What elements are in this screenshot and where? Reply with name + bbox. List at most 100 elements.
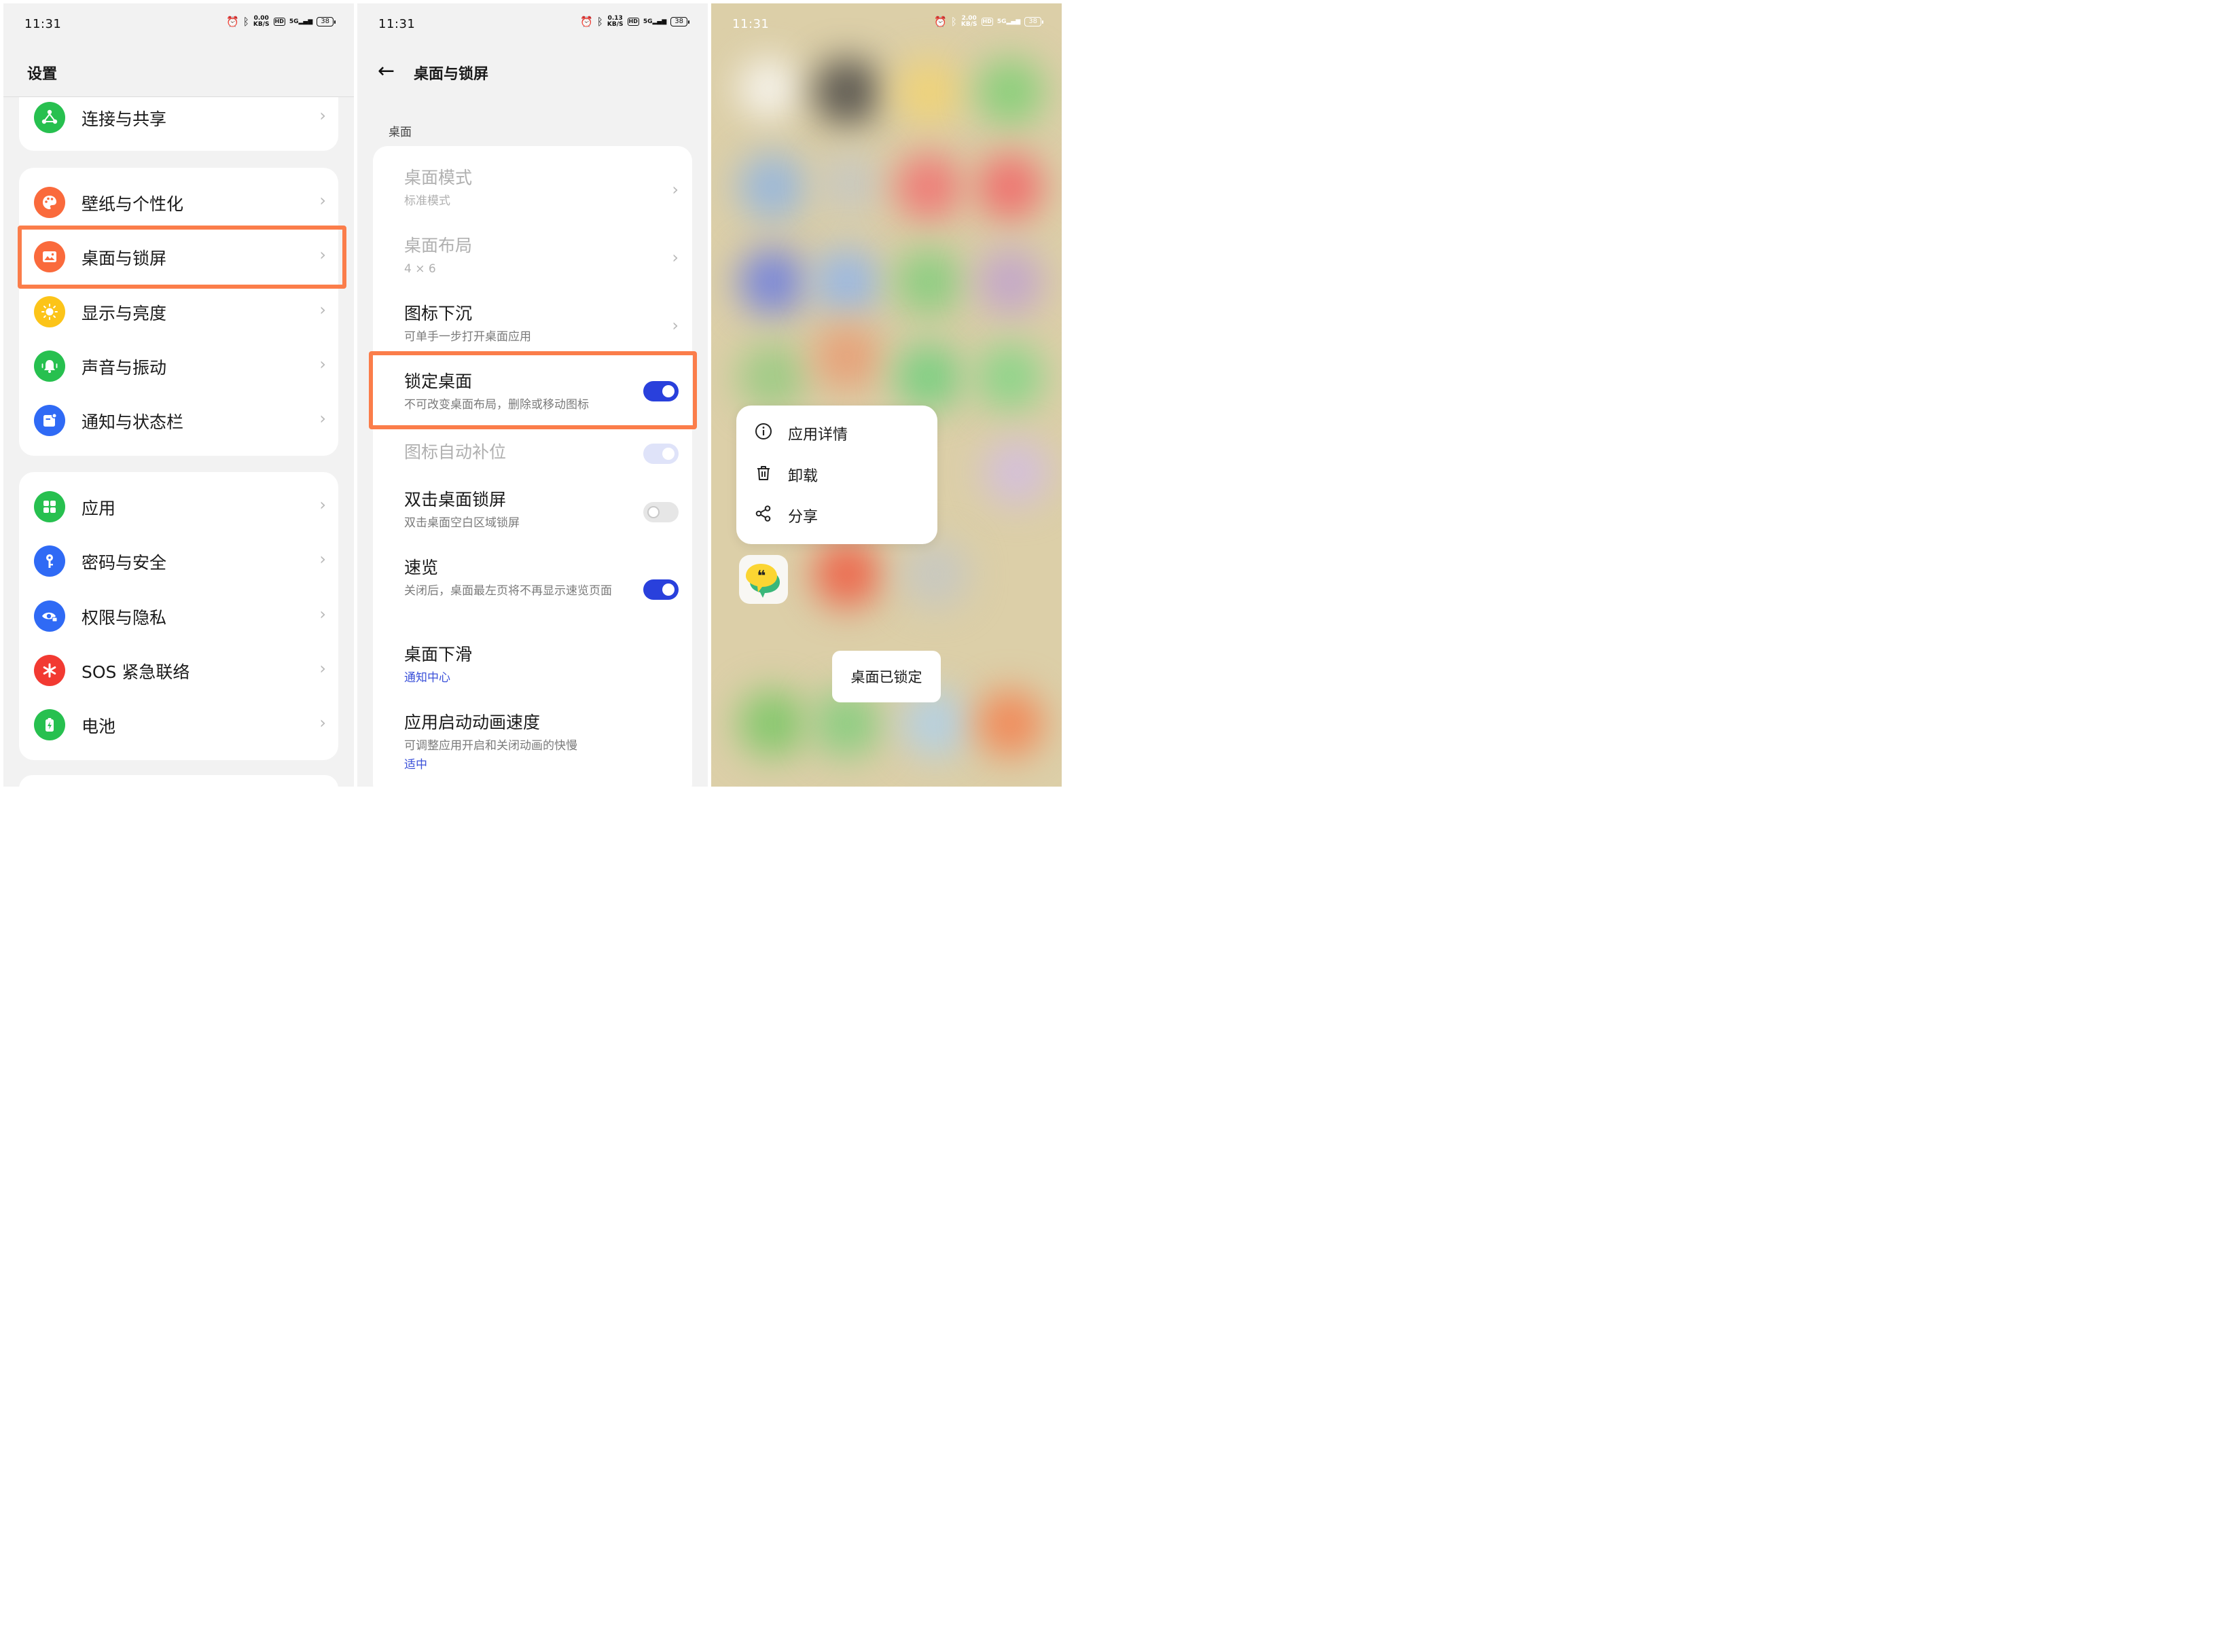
settings-group-display: 壁纸与个性化 › 桌面与锁屏 › 显示与亮度 › 声音与振动 › 通知与状态栏 … — [19, 168, 338, 456]
section-header: 桌面 — [389, 126, 412, 139]
settings-item-label: 连接与共享 — [82, 109, 167, 129]
settings-item-label: SOS 紧急联络 — [82, 662, 190, 682]
glance-toggle[interactable] — [643, 579, 679, 600]
setting-title: 桌面布局 — [404, 236, 473, 255]
chevron-right-icon: › — [319, 191, 326, 210]
menu-item-uninstall[interactable]: 卸载 — [754, 461, 818, 488]
page-title: 桌面与锁屏 — [414, 66, 489, 83]
alarm-icon: ⏰ — [934, 16, 947, 28]
palette-icon — [34, 187, 65, 218]
net-speed: 0.00 KB/S — [253, 15, 270, 28]
home-screen: 11:31 ⏰ ᛒ 2.00KB/S HD 5G▂▄▆ 38 应用详情 卸载 — [711, 3, 1062, 787]
setting-title: 图标下沉 — [404, 304, 473, 323]
settings-item-password[interactable]: 密码与安全 › — [19, 533, 338, 588]
settings-item-sound[interactable]: 声音与振动 › — [19, 338, 338, 393]
bluetooth-icon: ᛒ — [950, 16, 957, 28]
settings-item-battery[interactable]: 电池 › — [19, 697, 338, 751]
net-speed: 2.00 KB/S — [960, 15, 977, 28]
setting-title: 双击桌面锁屏 — [404, 490, 507, 509]
chevron-right-icon: › — [672, 316, 679, 335]
signal-icon: 5G▂▄▆ — [643, 18, 667, 25]
chevron-right-icon: › — [319, 659, 326, 678]
bluetooth-icon: ᛒ — [596, 16, 603, 28]
menu-item-app-info[interactable]: 应用详情 — [754, 420, 848, 447]
bluetooth-icon: ᛒ — [242, 16, 249, 28]
share-nodes-icon — [754, 505, 773, 526]
setting-description: 可单手一步打开桌面应用 — [404, 330, 531, 344]
settings-list: 桌面模式 标准模式 › 桌面布局 4 × 6 › 图标下沉 可单手一步打开桌面应… — [373, 146, 692, 787]
menu-item-share[interactable]: 分享 — [754, 502, 818, 529]
chevron-right-icon: › — [319, 495, 326, 514]
setting-title: 桌面模式 — [404, 168, 473, 187]
battery-indicator: 38 — [317, 17, 336, 26]
settings-group-connect: 连接与共享 › — [19, 97, 338, 151]
setting-glance: 速览 关闭后，桌面最左页将不再显示速览页面 — [404, 558, 679, 600]
setting-auto-fill: 图标自动补位 — [404, 442, 679, 464]
settings-item-sos[interactable]: SOS 紧急联络 › — [19, 643, 338, 697]
settings-item-display[interactable]: 显示与亮度 › — [19, 284, 338, 338]
apps-icon — [34, 491, 65, 522]
app-icon-quote-chat[interactable]: ❝ — [739, 555, 788, 604]
menu-item-label: 卸载 — [788, 468, 819, 485]
signal-icon: 5G▂▄▆ — [289, 18, 313, 25]
chevron-right-icon: › — [319, 300, 326, 319]
auto-fill-toggle[interactable] — [643, 444, 679, 464]
settings-group-apps: 应用 › 密码与安全 › 权限与隐私 › SOS 紧急联络 › 电池 › — [19, 472, 338, 760]
toast-message: 桌面已锁定 — [832, 651, 941, 702]
status-time: 11:31 — [732, 17, 770, 31]
settings-item-label: 声音与振动 — [82, 358, 167, 378]
highlight-frame — [369, 351, 697, 429]
hd-badge: HD — [981, 18, 993, 26]
settings-item-connect-share[interactable]: 连接与共享 › — [19, 90, 338, 144]
settings-screen: 11:31 ⏰ ᛒ 0.00 KB/S HD 5G▂▄▆ 38 设置 连接与共享 … — [3, 3, 354, 787]
setting-desktop-mode[interactable]: 桌面模式 标准模式 › — [404, 168, 679, 210]
settings-group-more — [19, 775, 338, 787]
settings-item-privacy[interactable]: 权限与隐私 › — [19, 588, 338, 643]
double-tap-lock-toggle[interactable] — [643, 502, 679, 522]
status-bar: 11:31 ⏰ ᛒ 0.13 KB/S HD 5G▂▄▆ 38 — [357, 3, 708, 44]
settings-item-label: 密码与安全 — [82, 553, 167, 573]
page-title: 设置 — [27, 66, 58, 83]
share-icon — [34, 102, 65, 133]
setting-desktop-layout[interactable]: 桌面布局 4 × 6 › — [404, 236, 679, 278]
chevron-right-icon: › — [319, 550, 326, 569]
chevron-right-icon: › — [319, 106, 326, 125]
menu-item-label: 分享 — [788, 509, 819, 526]
battery-indicator: 38 — [1024, 17, 1043, 26]
notification-icon — [34, 405, 65, 436]
settings-item-apps[interactable]: 应用 › — [19, 479, 338, 533]
setting-value: 适中 — [404, 758, 427, 772]
settings-item-label: 壁纸与个性化 — [82, 194, 184, 214]
settings-item-label: 权限与隐私 — [82, 608, 167, 628]
settings-item-notification[interactable]: 通知与状态栏 › — [19, 393, 338, 447]
setting-value: 标准模式 — [404, 194, 450, 208]
chevron-right-icon: › — [672, 248, 679, 267]
status-time: 11:31 — [378, 17, 416, 31]
back-arrow-icon[interactable]: ← — [378, 59, 395, 83]
setting-icon-sink[interactable]: 图标下沉 可单手一步打开桌面应用 › — [404, 304, 679, 346]
alarm-icon: ⏰ — [580, 16, 593, 28]
key-icon — [34, 545, 65, 577]
hd-badge: HD — [627, 18, 639, 26]
desktop-lock-screen: 11:31 ⏰ ᛒ 0.13 KB/S HD 5G▂▄▆ 38 ← 桌面与锁屏 桌… — [357, 3, 708, 787]
settings-item-label: 电池 — [82, 717, 116, 736]
chevron-right-icon: › — [319, 355, 326, 374]
setting-value: 通知中心 — [404, 671, 450, 685]
settings-item-wallpaper[interactable]: 壁纸与个性化 › — [19, 175, 338, 229]
settings-item-label: 显示与亮度 — [82, 304, 167, 323]
setting-description: 双击桌面空白区域锁屏 — [404, 516, 520, 530]
chevron-right-icon: › — [319, 605, 326, 624]
setting-title: 速览 — [404, 558, 439, 577]
sos-icon — [34, 655, 65, 686]
setting-title: 图标自动补位 — [404, 442, 507, 462]
setting-desktop-swipe[interactable]: 桌面下滑 通知中心 — [404, 645, 679, 687]
setting-value: 4 × 6 — [404, 262, 436, 276]
battery-icon — [34, 709, 65, 740]
app-context-menu: 应用详情 卸载 分享 — [736, 406, 937, 544]
alarm-icon: ⏰ — [226, 16, 239, 28]
setting-description: 可调整应用开启和关闭动画的快慢 — [404, 739, 577, 753]
highlight-frame — [18, 226, 346, 289]
setting-launch-animation[interactable]: 应用启动动画速度 可调整应用开启和关闭动画的快慢 适中 — [404, 713, 679, 774]
status-time: 11:31 — [24, 17, 62, 31]
settings-item-label: 应用 — [82, 499, 116, 518]
